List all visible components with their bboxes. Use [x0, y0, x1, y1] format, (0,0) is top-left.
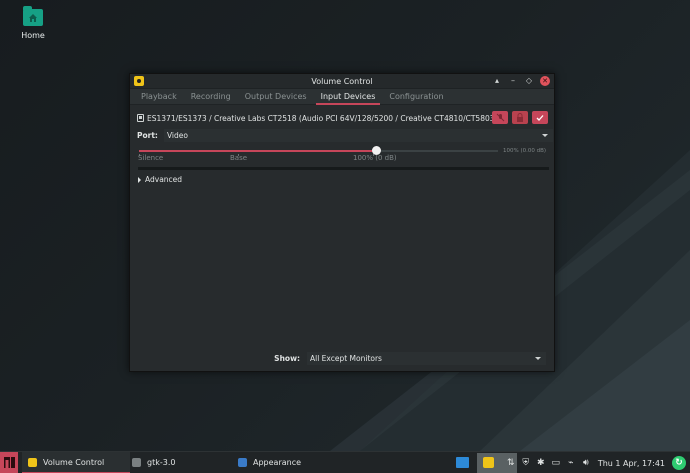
- workspace-icon[interactable]: [456, 457, 469, 468]
- tab-output-devices[interactable]: Output Devices: [238, 89, 314, 105]
- tab-configuration[interactable]: Configuration: [382, 89, 450, 105]
- set-default-button[interactable]: [532, 111, 548, 124]
- keep-above-icon[interactable]: ▴: [492, 76, 502, 86]
- home-folder[interactable]: Home: [15, 6, 51, 40]
- appearance-icon: [238, 458, 247, 467]
- expander-arrow-icon: [138, 176, 141, 183]
- tab-bar: Playback Recording Output Devices Input …: [130, 89, 554, 105]
- scale-hundred: 100% (0 dB): [353, 154, 397, 162]
- bluetooth-icon[interactable]: ✱: [536, 458, 546, 468]
- advanced-expander[interactable]: Advanced: [130, 175, 554, 184]
- mute-button[interactable]: [492, 111, 508, 124]
- folder-icon: [23, 6, 43, 26]
- volume-icon[interactable]: 🔊︎: [581, 458, 591, 468]
- minimize-button[interactable]: –: [508, 76, 518, 86]
- volume-slider[interactable]: [139, 146, 498, 155]
- chevron-down-icon: [535, 357, 541, 360]
- system-tray: ⇅ ⛨ ✱ ▭ ⌁ 🔊︎ Thu 1 Apr, 17:41 ↻: [506, 452, 690, 473]
- task-gtk3[interactable]: gtk-3.0: [126, 452, 181, 473]
- clipboard-icon[interactable]: ▭: [551, 458, 561, 468]
- show-label: Show:: [274, 354, 300, 363]
- lock-icon: [517, 113, 523, 122]
- port-row: Port: Video: [130, 128, 554, 142]
- peak-meter: [138, 167, 549, 170]
- close-button[interactable]: ✕: [540, 76, 550, 86]
- volume-fill: [139, 150, 376, 152]
- shield-icon[interactable]: ⛨: [521, 458, 531, 468]
- network-icon[interactable]: ⇅: [506, 458, 516, 468]
- task-volume-control[interactable]: Volume Control: [22, 451, 130, 473]
- task-label: gtk-3.0: [147, 458, 176, 467]
- app-menu-button[interactable]: [0, 451, 18, 473]
- desktop: Home Volume Control ▴ – ◇ ✕ Playback Rec…: [0, 0, 690, 451]
- clock[interactable]: Thu 1 Apr, 17:41: [598, 459, 665, 468]
- task-appearance[interactable]: Appearance: [232, 452, 307, 473]
- show-row: Show: All Except Monitors: [130, 352, 554, 365]
- tab-input-devices[interactable]: Input Devices: [314, 89, 383, 105]
- chevron-down-icon: [541, 133, 548, 137]
- usb-icon[interactable]: ⌁: [566, 458, 576, 468]
- lock-channels-button[interactable]: [512, 111, 528, 124]
- port-value: Video: [166, 130, 188, 140]
- volume-app-icon: [28, 458, 37, 467]
- port-select[interactable]: Video: [163, 128, 553, 142]
- mic-muted-icon: [496, 113, 504, 122]
- scale-silence: Silence: [138, 154, 164, 162]
- taskbar: Volume Control gtk-3.0 Appearance ⇅ ⛨ ✱ …: [0, 451, 690, 473]
- titlebar[interactable]: Volume Control ▴ – ◇ ✕: [130, 74, 554, 89]
- scale-base: Base: [230, 154, 248, 162]
- volume-control-window: Volume Control ▴ – ◇ ✕ Playback Recordin…: [129, 73, 555, 372]
- folder-icon: [132, 458, 141, 467]
- device-name: ES1371/ES1373 / Creative Labs CT2518 (Au…: [147, 113, 497, 123]
- volume-app-icon: [483, 457, 494, 468]
- window-title: Volume Control: [311, 76, 373, 86]
- maximize-button[interactable]: ◇: [524, 76, 534, 86]
- task-label: Volume Control: [43, 458, 105, 467]
- home-icon: [29, 14, 37, 22]
- tab-playback[interactable]: Playback: [134, 89, 184, 105]
- check-icon: [536, 114, 544, 121]
- volume-app-icon: [134, 76, 144, 86]
- port-label: Port:: [137, 130, 158, 140]
- volume-readout: 100% (0.00 dB): [502, 148, 546, 154]
- show-select[interactable]: All Except Monitors: [307, 352, 546, 365]
- advanced-label: Advanced: [145, 175, 183, 184]
- home-folder-label: Home: [21, 31, 45, 40]
- show-value: All Except Monitors: [310, 354, 382, 363]
- sound-card-icon: [137, 114, 144, 122]
- update-notifier-icon[interactable]: ↻: [672, 456, 686, 470]
- task-label: Appearance: [253, 458, 302, 467]
- tab-recording[interactable]: Recording: [184, 89, 238, 105]
- volume-slider-area: 100% (0.00 dB) Silence Base 100% (0 dB): [130, 145, 554, 170]
- manjaro-logo-icon: [3, 457, 15, 468]
- device-row: ES1371/ES1373 / Creative Labs CT2518 (Au…: [130, 109, 554, 127]
